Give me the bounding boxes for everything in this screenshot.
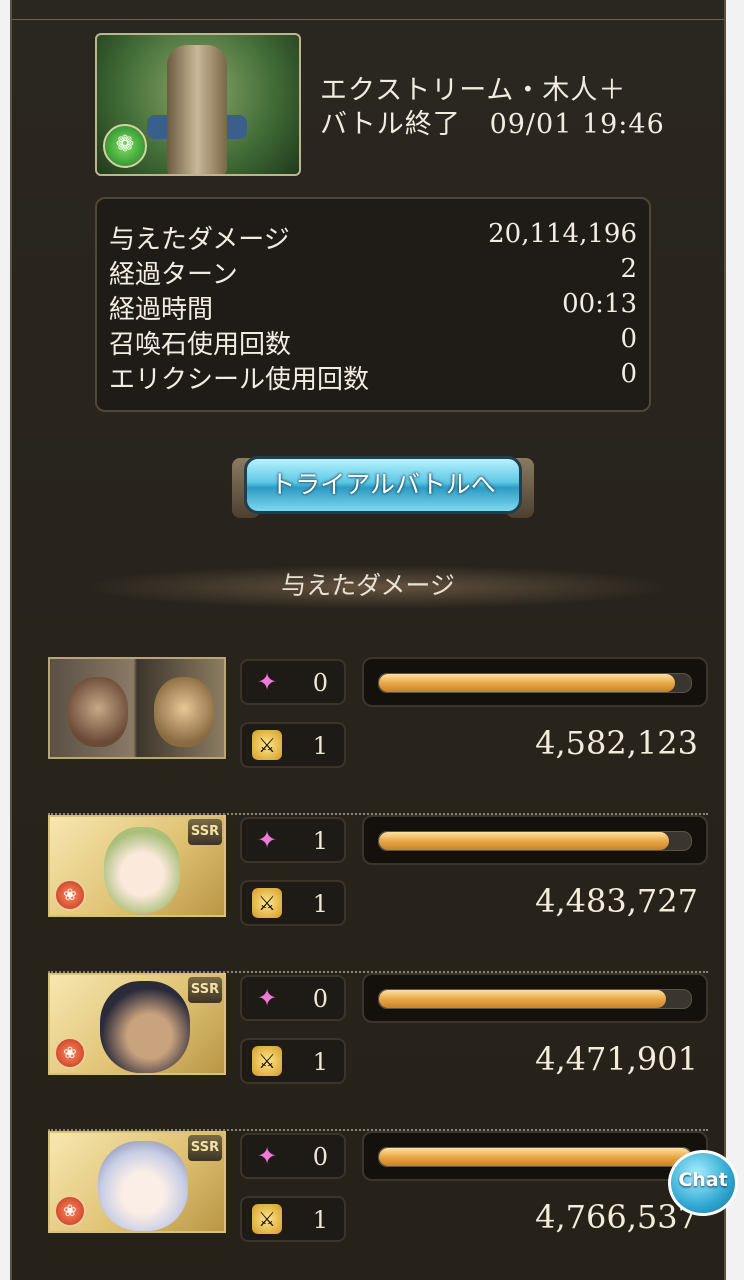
- stat-label: エリクシール使用回数: [109, 365, 370, 395]
- stat-value: 0: [620, 359, 637, 389]
- skill-use-counter: ✦ 0: [240, 659, 346, 705]
- skill-use-counter: ✦ 0: [240, 975, 346, 1021]
- sparkle-icon: ✦: [256, 984, 278, 1012]
- character-row: ✦ 0 ⚔ 1 4,582,123: [48, 657, 708, 815]
- character-face: [98, 1141, 188, 1231]
- damage-bar-fill: [379, 990, 667, 1008]
- stat-row-time: 経過時間 00:13: [109, 289, 637, 325]
- skill-use-count: 0: [312, 1143, 328, 1171]
- damage-value: 4,471,901: [535, 1040, 698, 1078]
- battle-datetime: 09/01 19:46: [489, 109, 665, 140]
- damage-bar: [362, 657, 708, 707]
- damage-bar-fill: [379, 1148, 691, 1166]
- chat-button[interactable]: Chat: [668, 1150, 738, 1216]
- stat-value: 0: [620, 324, 637, 354]
- damage-bar-fill: [379, 674, 676, 692]
- quest-status-line: バトル終了 09/01 19:46: [320, 108, 665, 142]
- fire-element-icon: ❀: [54, 1195, 86, 1227]
- ca-use-count: 1: [312, 732, 328, 760]
- fire-element-icon: ❀: [54, 879, 86, 911]
- damage-bar: [362, 973, 708, 1023]
- damage-bar-track: [378, 989, 692, 1009]
- stat-value: 20,114,196: [488, 219, 637, 249]
- skill-use-counter: ✦ 1: [240, 817, 346, 863]
- character-row: SSR ❀ ✦ 0 ⚔ 1 4,471,901: [48, 973, 708, 1131]
- damage-value: 4,582,123: [535, 724, 698, 762]
- damage-bar: [362, 815, 708, 865]
- skill-use-count: 0: [312, 985, 328, 1013]
- quest-title: エクストリーム・木人＋: [320, 75, 627, 106]
- crossed-swords-icon: ⚔: [252, 1204, 282, 1234]
- rarity-badge: SSR: [188, 977, 222, 1003]
- rarity-badge: SSR: [188, 1135, 222, 1161]
- stat-label: 経過時間: [109, 295, 214, 325]
- character-face: [154, 677, 214, 747]
- stat-row-summon-uses: 召喚石使用回数 0: [109, 324, 637, 360]
- ca-use-counter: ⚔ 1: [240, 1038, 346, 1084]
- ca-use-counter: ⚔ 1: [240, 722, 346, 768]
- stat-row-damage: 与えたダメージ 20,114,196: [109, 219, 637, 255]
- skill-use-counter: ✦ 0: [240, 1133, 346, 1179]
- character-portrait[interactable]: SSR ❀: [48, 1131, 226, 1233]
- damage-bar-track: [378, 673, 692, 693]
- ca-use-counter: ⚔ 1: [240, 1196, 346, 1242]
- character-face: [68, 677, 128, 747]
- stat-row-elixir-uses: エリクシール使用回数 0: [109, 359, 637, 395]
- trial-battle-button-label[interactable]: トライアルバトルへ: [244, 456, 522, 514]
- skill-use-count: 0: [312, 669, 328, 697]
- character-row: SSR ❀ ✦ 1 ⚔ 1 4,483,727: [48, 815, 708, 973]
- stat-label: 召喚石使用回数: [109, 330, 292, 360]
- skill-use-count: 1: [312, 827, 328, 855]
- stat-label: 経過ターン: [109, 260, 238, 290]
- sparkle-icon: ✦: [256, 826, 278, 854]
- character-row: SSR ❀ ✦ 0 ⚔ 1 4,766,537: [48, 1131, 708, 1280]
- stat-row-turns: 経過ターン 2: [109, 254, 637, 290]
- battle-stats-box: 与えたダメージ 20,114,196 経過ターン 2 経過時間 00:13 召喚…: [95, 197, 651, 412]
- damage-section-title: 与えたダメージ: [281, 571, 455, 600]
- wind-element-icon: ❁: [103, 124, 147, 168]
- crossed-swords-icon: ⚔: [252, 730, 282, 760]
- rarity-badge: SSR: [188, 819, 222, 845]
- character-portrait[interactable]: SSR ❀: [48, 973, 226, 1075]
- damage-bar-track: [378, 831, 692, 851]
- battle-result-panel: ❁ エクストリーム・木人＋ バトル終了 09/01 19:46 与えたダメージ …: [10, 0, 726, 1280]
- fire-element-icon: ❀: [54, 1037, 86, 1069]
- damage-bar-fill: [379, 832, 670, 850]
- top-divider: [12, 19, 724, 20]
- ca-use-count: 1: [312, 890, 328, 918]
- crossed-swords-icon: ⚔: [252, 1046, 282, 1076]
- damage-value: 4,483,727: [535, 882, 698, 920]
- trial-battle-button[interactable]: トライアルバトルへ: [230, 450, 536, 522]
- ca-use-counter: ⚔ 1: [240, 880, 346, 926]
- ca-use-count: 1: [312, 1206, 328, 1234]
- character-portrait[interactable]: SSR ❀: [48, 815, 226, 917]
- boss-figure: [167, 45, 227, 174]
- stat-label: 与えたダメージ: [109, 225, 290, 255]
- stat-value: 00:13: [562, 289, 637, 319]
- quest-boss-thumbnail: ❁: [95, 33, 301, 176]
- ca-use-count: 1: [312, 1048, 328, 1076]
- crossed-swords-icon: ⚔: [252, 888, 282, 918]
- character-face: [100, 981, 190, 1073]
- damage-bar-track: [378, 1147, 692, 1167]
- damage-value: 4,766,537: [535, 1198, 698, 1236]
- character-face: [104, 827, 180, 913]
- sparkle-icon: ✦: [256, 1142, 278, 1170]
- battle-status: バトル終了: [320, 109, 461, 140]
- character-portrait[interactable]: [48, 657, 226, 759]
- damage-bar: [362, 1131, 708, 1181]
- sparkle-icon: ✦: [256, 668, 278, 696]
- stat-value: 2: [620, 254, 637, 284]
